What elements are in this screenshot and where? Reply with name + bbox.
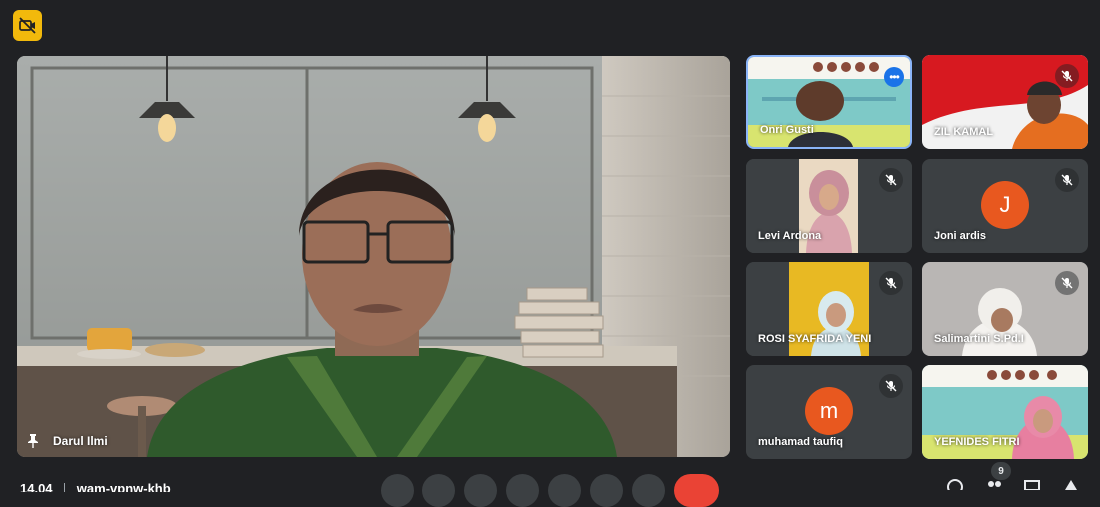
participant-tile-levi-ardona[interactable]: Levi Ardona [746, 159, 912, 253]
microphone-button[interactable] [381, 474, 414, 507]
present-button[interactable] [548, 474, 581, 507]
speaker-name-label: Darul Ilmi [27, 434, 108, 448]
participant-tile-joni-ardis[interactable]: J Joni ardis [922, 159, 1088, 253]
avatar: J [981, 181, 1029, 229]
participant-name: Levi Ardona [758, 230, 822, 242]
chat-icon[interactable] [1023, 478, 1041, 490]
participant-name: ZIL KAMAL [934, 126, 994, 138]
mic-off-indicator [1055, 64, 1079, 88]
participant-tile-yefnides-fitri[interactable]: YEFNIDES FITRI [922, 365, 1088, 459]
end-call-button[interactable] [674, 474, 719, 507]
participant-name: ROSI SYAFRIDA YENI [758, 333, 872, 345]
activities-icon[interactable] [1062, 478, 1080, 490]
mic-off-indicator [1055, 271, 1079, 295]
speaker-video [17, 56, 730, 457]
clock-time: 14.04 [20, 481, 53, 492]
participant-tile-zil-kamal[interactable]: ZIL KAMAL [922, 55, 1088, 149]
captions-button[interactable] [464, 474, 497, 507]
mic-off-icon [885, 174, 897, 186]
participant-tile-rosi-syafrida-yeni[interactable]: ROSI SYAFRIDA YENI [746, 262, 912, 356]
mic-off-icon [885, 277, 897, 289]
people-icon[interactable] [985, 478, 1003, 490]
participant-name: muhamad taufiq [758, 436, 843, 448]
participant-name: Joni ardis [934, 230, 986, 242]
more-options-button[interactable]: ••• [884, 67, 904, 87]
participant-tile-salimartini[interactable]: Salimartini S.Pd.I [922, 262, 1088, 356]
avatar: m [805, 387, 853, 435]
more-options-button[interactable] [632, 474, 665, 507]
participant-name: Salimartini S.Pd.I [934, 333, 1024, 345]
participant-tile-onri-gusti[interactable]: ••• Onri Gusti [746, 55, 912, 149]
mic-off-indicator [879, 374, 903, 398]
speaker-name: Darul Ilmi [53, 434, 108, 448]
emoji-button[interactable] [506, 474, 539, 507]
participant-tile-muhamad-taufiq[interactable]: m muhamad taufiq [746, 365, 912, 459]
mic-off-indicator [879, 271, 903, 295]
participant-name: Onri Gusti [760, 124, 814, 136]
participant-name: YEFNIDES FITRI [934, 436, 1020, 448]
mic-off-indicator [1055, 168, 1079, 192]
mic-off-icon [885, 380, 897, 392]
mic-off-icon [1061, 174, 1073, 186]
camera-off-badge[interactable] [13, 10, 42, 41]
main-speaker-tile[interactable]: Darul Ilmi [17, 56, 730, 457]
mic-off-icon [1061, 277, 1073, 289]
pin-icon[interactable] [27, 434, 39, 448]
divider [64, 482, 66, 492]
mic-off-indicator [879, 168, 903, 192]
meeting-code[interactable]: wam-vpnw-khb [77, 481, 171, 492]
video-off-icon [19, 17, 36, 34]
raise-hand-button[interactable] [590, 474, 623, 507]
meeting-details: 14.04 wam-vpnw-khb [20, 481, 171, 492]
mic-off-icon [1061, 70, 1073, 82]
info-icon[interactable] [946, 478, 964, 490]
camera-button[interactable] [422, 474, 455, 507]
